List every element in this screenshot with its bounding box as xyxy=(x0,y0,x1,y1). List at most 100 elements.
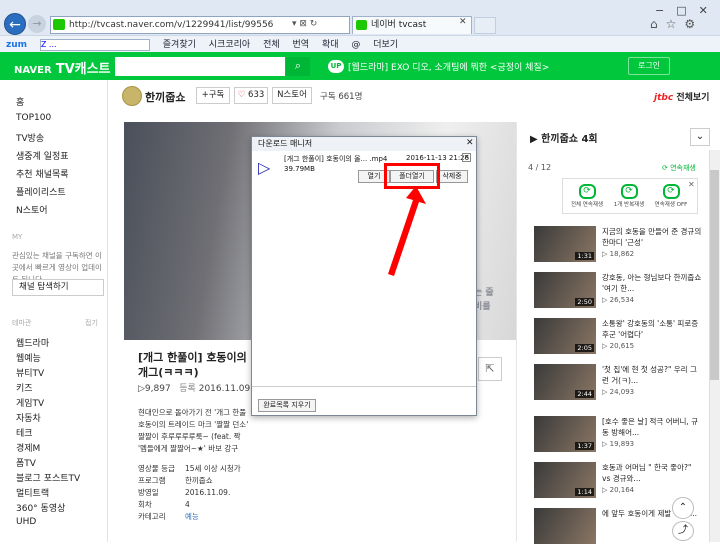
theme-item[interactable]: 뷰티TV xyxy=(16,366,44,379)
new-tab-button[interactable] xyxy=(474,17,496,34)
toolbar-translate[interactable]: 번역 xyxy=(293,40,310,50)
playlist-item[interactable]: 1:37 [호수 좋은 날] 적극 어버니, 규동 방해어... ▷ 19,893 xyxy=(534,416,704,456)
nav-item[interactable]: 플레이리스트 xyxy=(16,185,66,198)
playlist-item[interactable]: 2:50 강호동, 아는 형님보다 한끼줍쇼 '여기 한... ▷ 26,534 xyxy=(534,272,704,312)
toolbar-seek[interactable]: 시크코리아 xyxy=(209,40,250,50)
theme-item[interactable]: 360° 동영상 xyxy=(16,501,65,514)
nav-item[interactable]: TOP100 xyxy=(16,113,51,123)
theme-item[interactable]: 테크 xyxy=(16,426,33,439)
zum-logo[interactable]: zum xyxy=(6,40,27,50)
jtbc-logo: jtbc xyxy=(654,93,674,103)
channel-explore-button[interactable]: 채널 탐색하기 xyxy=(12,279,104,296)
delete-button[interactable]: 삭제중 xyxy=(436,170,468,183)
autoplay-label: 연속재생 xyxy=(670,164,696,172)
remove-item-icon[interactable]: × xyxy=(462,153,471,162)
theme-item[interactable]: 경제M xyxy=(16,441,40,454)
theme-item[interactable]: UHD xyxy=(16,517,36,527)
tvcast-logo[interactable]: NAVER TV캐스트 xyxy=(14,58,111,77)
repeat-off-icon: ⟳ xyxy=(662,184,680,199)
toolbar-search-input[interactable]: Z ... xyxy=(39,38,150,51)
playlist-item[interactable]: 2:05 소통왕' 강호동의 '소통' 피로증후군 '어렵다' ▷ 20,615 xyxy=(534,318,704,358)
option-one-repeat[interactable]: ⟳ 1개 반복재생 xyxy=(607,184,651,208)
playlist-item-title: '첫 집'에 현 첫 성공?" 우리 그런 거(ㅋ)... xyxy=(602,365,697,385)
address-tools-icon[interactable]: ▾ ⊠ ↻ xyxy=(292,19,317,29)
theme-item[interactable]: 멀티트랙 xyxy=(16,486,49,499)
forward-button[interactable]: → xyxy=(28,15,46,33)
tab-tvcast[interactable]: 네이버 tvcast xyxy=(352,16,472,34)
channel-name[interactable]: 한끼줍쇼 xyxy=(145,89,185,105)
chevron-down-icon[interactable]: ⌄ xyxy=(690,128,710,146)
video-file-icon: ▷ xyxy=(258,158,271,177)
nav-item[interactable]: 홈 xyxy=(16,95,24,108)
dialog-close-icon[interactable]: ✕ xyxy=(466,138,474,148)
option-all-repeat[interactable]: ⟳ 전체 연속재생 xyxy=(565,184,609,208)
view-count: 19,893 xyxy=(609,440,635,448)
theme-item[interactable]: 자동차 xyxy=(16,411,41,424)
desc-line: 현대인으로 돌아가기 전 '개그 한풀 xyxy=(138,408,247,417)
subscribe-button[interactable]: +구독 xyxy=(196,87,230,104)
nav-item[interactable]: 생중계 일정표 xyxy=(16,149,69,162)
date-label: 등록 xyxy=(179,384,196,394)
dialog-title: 다운로드 매니저 xyxy=(252,137,476,151)
theme-item[interactable]: 키즈 xyxy=(16,381,33,394)
login-button[interactable]: 로그인 xyxy=(628,57,670,75)
theme-collapse-link[interactable]: 접기 xyxy=(85,318,98,328)
nav-item[interactable]: TV방송 xyxy=(16,131,44,144)
theme-item[interactable]: 웹드라마 xyxy=(16,336,49,349)
toolbar-at[interactable]: @ xyxy=(351,40,360,50)
video-meta: 영상물 등급 15세 이상 시청가 프로그램 한끼줍쇼 방영일 2016.11.09.… xyxy=(138,463,241,523)
channel-avatar[interactable] xyxy=(122,86,142,106)
window-controls[interactable]: −□✕ xyxy=(655,4,720,17)
naver-logo-text: NAVER xyxy=(14,65,52,76)
back-button[interactable]: ← xyxy=(4,13,26,35)
dialog-divider xyxy=(252,386,476,387)
search-icon[interactable]: ⌕ xyxy=(286,57,310,76)
playlist-item-views: ▷ 24,093 xyxy=(602,388,634,396)
like-count: 633 xyxy=(248,90,265,100)
playlist-item-views: ▷ 18,862 xyxy=(602,250,634,258)
option-label: 연속재생 OFF xyxy=(654,202,688,208)
view-count: 18,862 xyxy=(609,250,635,258)
clear-completed-button[interactable]: 완료목록 지우기 xyxy=(258,399,316,412)
play-icon: ▷ xyxy=(602,250,610,258)
toolbar-favorites[interactable]: 즐겨찾기 xyxy=(163,40,196,50)
headline-link[interactable]: [웹드라마] EXO 디오, 소개팅에 뭐한 <긍정이 체질> xyxy=(348,60,549,73)
search-input[interactable] xyxy=(115,57,285,76)
theme-item[interactable]: 웹예능 xyxy=(16,351,41,364)
share-icon[interactable]: ⇱ xyxy=(478,357,502,381)
playlist-item-title: 지금의 호동을 만들어 준 경규의 한마디 '근성' xyxy=(602,227,702,247)
duration-badge: 1:31 xyxy=(575,252,594,260)
nav-item[interactable]: 추천 채널목록 xyxy=(16,167,69,180)
meta-value[interactable]: 예능 xyxy=(185,512,199,521)
nstore-button[interactable]: N스토어 xyxy=(272,87,312,104)
playlist-item[interactable]: 1:14 호동과 어머님 " 한국 좋아?" vs 경규와... ▷ 20,164 xyxy=(534,462,704,502)
title-line: [개그 한풀이] 호동이의 xyxy=(138,351,247,364)
meta-row: 카테고리 예능 xyxy=(138,511,241,523)
play-icon: ▷ xyxy=(602,440,610,448)
toolbar-all[interactable]: 전체 xyxy=(263,40,280,50)
nav-item[interactable]: N스토어 xyxy=(16,203,48,216)
scrollbar-thumb[interactable] xyxy=(710,170,719,380)
playlist-item[interactable]: 1:31 지금의 호동을 만들어 준 경규의 한마디 '근성' ▷ 18,862 xyxy=(534,226,704,266)
meta-key: 회차 xyxy=(138,500,152,509)
meta-row: 방영일 2016.11.09. xyxy=(138,487,241,499)
view-count: 26,534 xyxy=(609,296,635,304)
my-section-title: MY xyxy=(12,233,23,241)
scroll-top-icon[interactable]: ⌃ xyxy=(672,497,694,519)
toolbar-more[interactable]: 더보기 xyxy=(373,40,398,50)
home-star-gear-icon[interactable]: ⌂☆⚙ xyxy=(650,17,703,31)
share-fab-icon[interactable]: ⤴ xyxy=(672,521,694,541)
theme-item[interactable]: 폼TV xyxy=(16,456,36,469)
toolbar-zoom[interactable]: 확대 xyxy=(322,40,339,50)
close-icon[interactable]: ✕ xyxy=(688,180,695,189)
like-button[interactable]: ♡ 633 xyxy=(234,87,268,104)
option-off[interactable]: ⟳ 연속재생 OFF xyxy=(649,184,693,208)
theme-item[interactable]: 블로그 포스트TV xyxy=(16,471,80,484)
tab-close-icon[interactable]: ✕ xyxy=(459,17,467,27)
video-stats: ▷9,897 등록 2016.11.09. xyxy=(138,384,254,394)
autoplay-toggle[interactable]: ⟳ 연속재생 xyxy=(662,163,696,173)
jtbc-label: 전체보기 xyxy=(676,93,710,103)
theme-item[interactable]: 게임TV xyxy=(16,396,44,409)
jtbc-link[interactable]: jtbc 전체보기 xyxy=(654,90,709,103)
playlist-item[interactable]: 2:44 '첫 집'에 현 첫 성공?" 우리 그런 거(ㅋ)... ▷ 24,09… xyxy=(534,364,704,404)
